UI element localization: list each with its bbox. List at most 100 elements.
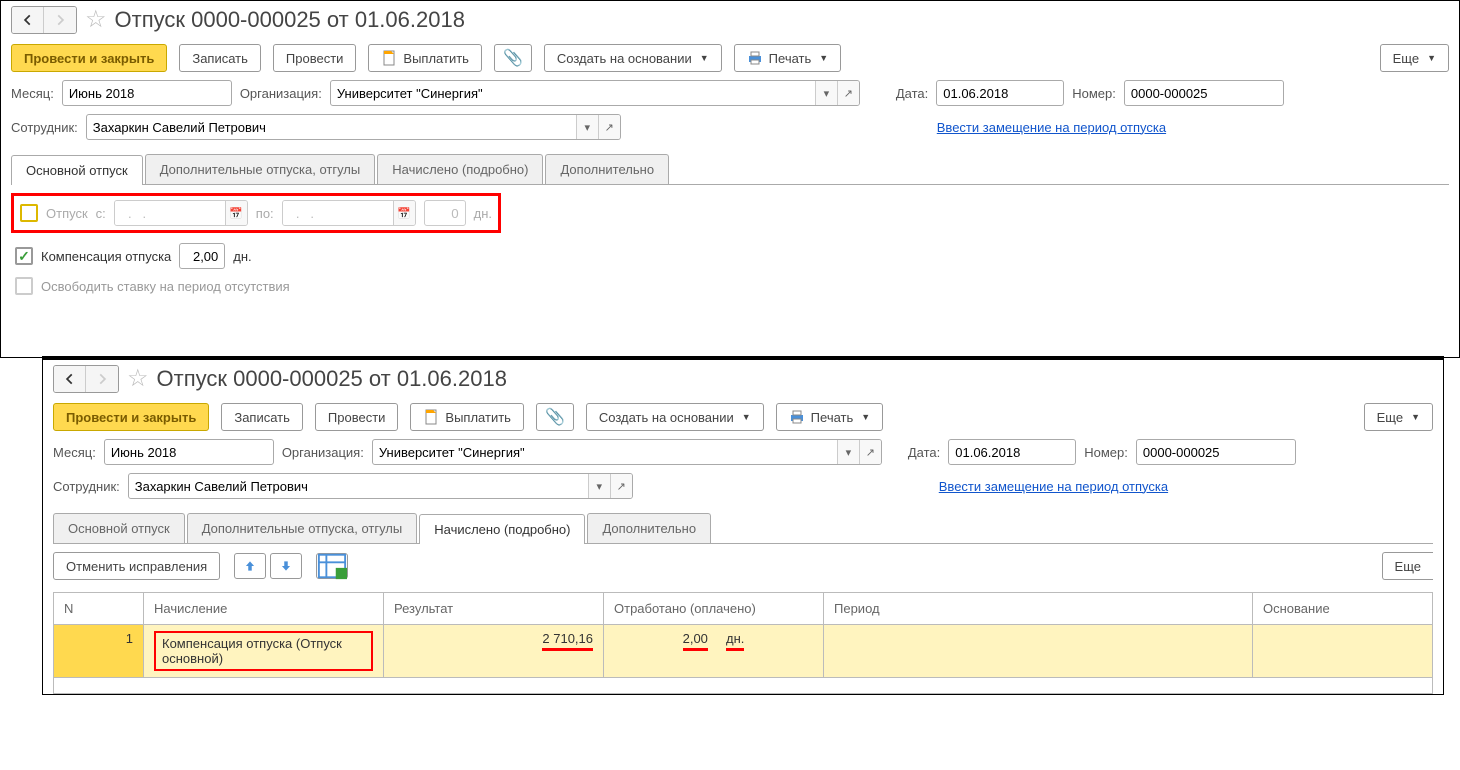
pay-button[interactable]: Выплатить <box>368 44 482 72</box>
tab-main-vacation[interactable]: Основной отпуск <box>53 513 185 543</box>
cell-result: 2 710,16 <box>384 625 604 678</box>
col-accrual[interactable]: Начисление <box>144 593 384 625</box>
pay-button[interactable]: Выплатить <box>410 403 524 431</box>
record-button[interactable]: Записать <box>221 403 303 431</box>
calendar-button[interactable]: 📅 <box>225 201 247 225</box>
col-basis[interactable]: Основание <box>1253 593 1433 625</box>
post-button[interactable]: Провести <box>315 403 399 431</box>
open-ref-button[interactable]: ↗ <box>859 440 881 464</box>
nav-back-button[interactable] <box>54 366 86 392</box>
open-ref-button[interactable]: ↗ <box>610 474 632 498</box>
org-input[interactable] <box>331 81 815 105</box>
tab-extra[interactable]: Дополнительно <box>545 154 669 184</box>
columns-button[interactable] <box>316 553 348 579</box>
org-input-group[interactable]: ▾ ↗ <box>330 80 860 106</box>
arrow-right-icon <box>95 372 109 386</box>
number-input-group[interactable] <box>1136 439 1296 465</box>
col-worked[interactable]: Отработано (оплачено) <box>604 593 824 625</box>
number-input[interactable] <box>1137 440 1296 464</box>
month-input-group[interactable]: 📅 ▲ ▼ <box>104 439 274 465</box>
month-label: Месяц: <box>53 445 96 460</box>
compensation-checkbox[interactable] <box>15 247 33 265</box>
favorite-star-icon[interactable]: ☆ <box>85 5 107 34</box>
create-based-button[interactable]: Создать на основании ▼ <box>586 403 764 431</box>
vacation-from-input[interactable]: 📅 <box>114 200 248 226</box>
substitution-link[interactable]: Ввести замещение на период отпуска <box>937 120 1166 135</box>
cancel-corrections-button[interactable]: Отменить исправления <box>53 552 220 580</box>
attach-button[interactable]: 📎 <box>494 44 532 72</box>
sub-more-button[interactable]: Еще <box>1382 552 1433 580</box>
dropdown-button[interactable]: ▾ <box>815 81 837 105</box>
table-row[interactable]: 1 Компенсация отпуска (Отпуск основной) … <box>54 625 1433 678</box>
tab-additional[interactable]: Дополнительные отпуска, отгулы <box>187 513 418 543</box>
number-input[interactable] <box>1125 81 1284 105</box>
vacation-checkbox[interactable] <box>20 204 38 222</box>
dropdown-button[interactable]: ▾ <box>837 440 859 464</box>
open-icon: ↗ <box>866 446 875 459</box>
result-value: 2 710,16 <box>542 631 593 651</box>
tab-accrued[interactable]: Начислено (подробно) <box>377 154 543 184</box>
month-input[interactable] <box>63 81 232 105</box>
employee-input-group[interactable]: ▾ ↗ <box>128 473 633 499</box>
date-input-group[interactable]: 📅 <box>948 439 1076 465</box>
nav-back-button[interactable] <box>12 7 44 33</box>
record-button[interactable]: Записать <box>179 44 261 72</box>
post-close-button[interactable]: Провести и закрыть <box>53 403 209 431</box>
employee-input[interactable] <box>129 474 588 498</box>
arrow-right-icon <box>53 13 67 27</box>
arrow-left-icon <box>63 372 77 386</box>
employee-input-group[interactable]: ▾ ↗ <box>86 114 621 140</box>
nav-forward-button[interactable] <box>86 366 118 392</box>
col-result[interactable]: Результат <box>384 593 604 625</box>
col-period[interactable]: Период <box>824 593 1253 625</box>
worked-unit: дн. <box>726 631 744 651</box>
move-down-button[interactable] <box>270 553 302 579</box>
compensation-days-input[interactable] <box>179 243 225 269</box>
employee-input[interactable] <box>87 115 576 139</box>
nav-forward-button[interactable] <box>44 7 76 33</box>
compensation-label: Компенсация отпуска <box>41 249 171 264</box>
tab-accrued[interactable]: Начислено (подробно) <box>419 514 585 544</box>
chevron-down-icon: ▼ <box>1427 53 1436 63</box>
month-input-group[interactable]: 📅 ▲ ▼ <box>62 80 232 106</box>
vacation-from-label: с: <box>96 206 106 221</box>
date-input[interactable] <box>949 440 1076 464</box>
more-button[interactable]: Еще ▼ <box>1380 44 1449 72</box>
print-button[interactable]: Печать ▼ <box>776 403 884 431</box>
org-input-group[interactable]: ▾ ↗ <box>372 439 882 465</box>
dropdown-button[interactable]: ▾ <box>588 474 610 498</box>
month-input[interactable] <box>105 440 274 464</box>
number-input-group[interactable] <box>1124 80 1284 106</box>
accrual-highlight: Компенсация отпуска (Отпуск основной) <box>154 631 373 671</box>
substitution-link[interactable]: Ввести замещение на период отпуска <box>939 479 1168 494</box>
tab-extra[interactable]: Дополнительно <box>587 513 711 543</box>
window-title: Отпуск 0000-000025 от 01.06.2018 <box>115 7 465 33</box>
attach-button[interactable]: 📎 <box>536 403 574 431</box>
create-based-button[interactable]: Создать на основании ▼ <box>544 44 722 72</box>
vacation-days-input[interactable] <box>424 200 466 226</box>
tab-additional[interactable]: Дополнительные отпуска, отгулы <box>145 154 376 184</box>
tab-main-vacation[interactable]: Основной отпуск <box>11 155 143 185</box>
move-up-button[interactable] <box>234 553 266 579</box>
chevron-down-icon: ▾ <box>846 446 852 459</box>
favorite-star-icon[interactable]: ☆ <box>127 364 149 393</box>
post-button[interactable]: Провести <box>273 44 357 72</box>
compensation-unit: дн. <box>233 249 251 264</box>
org-input[interactable] <box>373 440 837 464</box>
col-n[interactable]: N <box>54 593 144 625</box>
cell-worked: 2,00 дн. <box>604 625 824 678</box>
open-ref-button[interactable]: ↗ <box>837 81 859 105</box>
open-ref-button[interactable]: ↗ <box>598 115 620 139</box>
print-button[interactable]: Печать ▼ <box>734 44 842 72</box>
chevron-down-icon: ▾ <box>597 480 603 493</box>
vacation-to-input[interactable]: 📅 <box>282 200 416 226</box>
post-close-button[interactable]: Провести и закрыть <box>11 44 167 72</box>
org-label: Организация: <box>282 445 364 460</box>
dropdown-button[interactable]: ▾ <box>576 115 598 139</box>
date-input-group[interactable]: 📅 <box>936 80 1064 106</box>
more-button[interactable]: Еще ▼ <box>1364 403 1433 431</box>
calendar-button[interactable]: 📅 <box>393 201 415 225</box>
free-position-checkbox[interactable] <box>15 277 33 295</box>
arrow-left-icon <box>21 13 35 27</box>
date-input[interactable] <box>937 81 1064 105</box>
